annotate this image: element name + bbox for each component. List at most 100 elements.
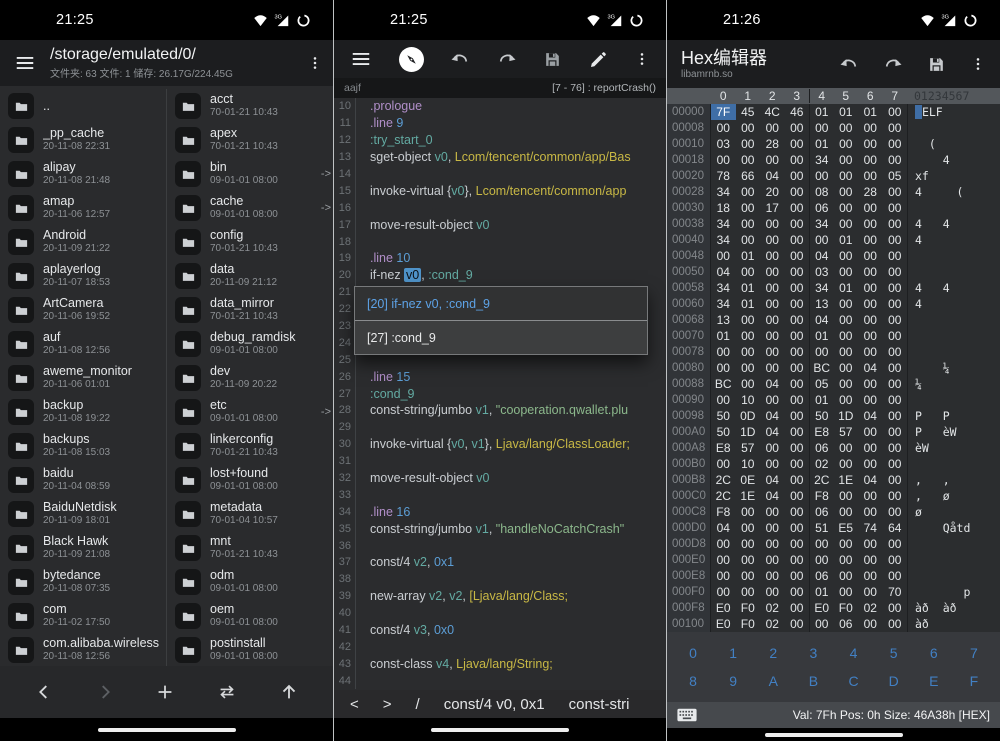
hex-byte[interactable]: 00 xyxy=(834,248,859,264)
hex-byte[interactable]: 00 xyxy=(883,600,908,616)
symbol-item[interactable]: < xyxy=(350,696,359,713)
file-list-item[interactable]: ArtCamera20-11-06 19:52 xyxy=(0,293,166,327)
code-line[interactable]: 36 xyxy=(334,537,666,554)
gesture-handle[interactable] xyxy=(765,733,903,737)
hex-byte[interactable]: 00 xyxy=(834,136,859,152)
hex-byte[interactable]: 00 xyxy=(809,616,834,632)
hex-byte[interactable]: 00 xyxy=(760,152,785,168)
redo-button[interactable] xyxy=(497,49,517,69)
hex-byte[interactable]: 01 xyxy=(711,328,736,344)
hex-byte[interactable]: 00 xyxy=(736,216,761,232)
hex-byte[interactable]: 00 xyxy=(834,568,859,584)
hex-byte[interactable]: 00 xyxy=(736,232,761,248)
hex-byte[interactable]: 01 xyxy=(736,248,761,264)
hex-byte[interactable]: 00 xyxy=(883,312,908,328)
hex-byte[interactable]: 28 xyxy=(760,136,785,152)
hex-byte[interactable]: 00 xyxy=(883,296,908,312)
hex-byte[interactable]: 00 xyxy=(785,504,810,520)
more-options-button[interactable] xyxy=(970,55,986,73)
hex-byte[interactable]: 01 xyxy=(858,104,883,120)
hex-byte[interactable]: 05 xyxy=(809,376,834,392)
hex-byte[interactable]: 17 xyxy=(760,200,785,216)
hex-byte[interactable]: 00 xyxy=(785,584,810,600)
hex-byte[interactable]: 00 xyxy=(711,344,736,360)
hex-byte[interactable]: 00 xyxy=(736,360,761,376)
hex-key-E[interactable]: E xyxy=(914,673,954,689)
hex-byte[interactable]: 00 xyxy=(785,200,810,216)
hex-byte[interactable]: 00 xyxy=(785,456,810,472)
symbol-item[interactable]: const-stri xyxy=(569,696,630,713)
file-list-item[interactable]: odm09-01-01 08:00 xyxy=(167,565,333,599)
hex-byte[interactable]: 00 xyxy=(834,200,859,216)
hex-byte[interactable]: 04 xyxy=(760,424,785,440)
hex-byte[interactable]: 01 xyxy=(736,280,761,296)
code-line[interactable]: 40 xyxy=(334,605,666,622)
hex-byte[interactable]: 01 xyxy=(834,232,859,248)
hex-byte[interactable]: 00 xyxy=(785,216,810,232)
file-list-item[interactable]: config70-01-21 10:43 xyxy=(167,225,333,259)
hex-byte[interactable]: 00 xyxy=(785,424,810,440)
hex-byte[interactable]: 04 xyxy=(760,472,785,488)
file-list-item[interactable]: metadata70-01-04 10:57 xyxy=(167,497,333,531)
hex-byte[interactable]: 00 xyxy=(785,552,810,568)
hex-byte[interactable]: 00 xyxy=(785,168,810,184)
transfer-button[interactable] xyxy=(215,681,239,703)
file-list-item[interactable]: amap20-11-06 12:57 xyxy=(0,191,166,225)
hex-byte[interactable]: 00 xyxy=(834,184,859,200)
file-list-item[interactable]: alipay20-11-08 21:48 xyxy=(0,157,166,191)
code-line[interactable]: 27:cond_9 xyxy=(334,385,666,402)
code-line[interactable]: 10.prologue xyxy=(334,98,666,115)
hex-byte[interactable]: 04 xyxy=(760,376,785,392)
hex-byte[interactable]: 1E xyxy=(834,472,859,488)
hex-byte[interactable]: 00 xyxy=(858,424,883,440)
hex-byte[interactable]: 00 xyxy=(883,344,908,360)
hex-key-3[interactable]: 3 xyxy=(793,645,833,661)
hex-byte[interactable]: 00 xyxy=(834,584,859,600)
hex-byte[interactable]: 00 xyxy=(760,312,785,328)
hex-byte[interactable]: 00 xyxy=(858,488,883,504)
hex-byte[interactable]: 00 xyxy=(736,552,761,568)
gesture-handle[interactable] xyxy=(431,728,569,732)
hex-byte[interactable]: 00 xyxy=(785,600,810,616)
file-list-item[interactable]: dev20-11-09 20:22 xyxy=(167,361,333,395)
file-list-item[interactable]: backups20-11-08 15:03 xyxy=(0,429,166,463)
hex-byte[interactable]: 02 xyxy=(858,600,883,616)
hex-byte[interactable]: 50 xyxy=(711,424,736,440)
hex-byte[interactable]: 00 xyxy=(883,568,908,584)
hex-byte[interactable]: 00 xyxy=(883,328,908,344)
hex-key-B[interactable]: B xyxy=(793,673,833,689)
hex-byte[interactable]: 00 xyxy=(883,456,908,472)
code-line[interactable]: 38 xyxy=(334,571,666,588)
hex-byte[interactable]: 00 xyxy=(760,520,785,536)
symbol-item[interactable]: > xyxy=(383,696,392,713)
hex-byte[interactable]: 00 xyxy=(785,488,810,504)
hex-byte[interactable]: 18 xyxy=(711,200,736,216)
hex-byte[interactable]: E0 xyxy=(809,600,834,616)
hex-byte[interactable]: 34 xyxy=(711,184,736,200)
hex-byte[interactable]: 50 xyxy=(711,408,736,424)
symbol-item[interactable]: / xyxy=(416,696,420,713)
hex-byte[interactable]: 00 xyxy=(834,312,859,328)
undo-button[interactable] xyxy=(839,54,859,74)
file-list-item[interactable]: apex70-01-21 10:43 xyxy=(167,123,333,157)
undo-button[interactable] xyxy=(450,49,470,69)
file-list-item[interactable]: data_mirror70-01-21 10:43 xyxy=(167,293,333,327)
file-list-item[interactable]: acct70-01-21 10:43 xyxy=(167,89,333,123)
hex-byte[interactable]: 00 xyxy=(858,136,883,152)
hex-byte[interactable]: 00 xyxy=(883,280,908,296)
hex-byte[interactable]: 00 xyxy=(760,280,785,296)
hex-byte[interactable]: 00 xyxy=(858,344,883,360)
hex-byte[interactable]: 04 xyxy=(858,472,883,488)
hex-byte[interactable]: 03 xyxy=(809,264,834,280)
hex-key-C[interactable]: C xyxy=(834,673,874,689)
hex-byte[interactable]: 70 xyxy=(883,584,908,600)
hex-byte[interactable]: 00 xyxy=(711,456,736,472)
hex-byte[interactable]: F0 xyxy=(834,600,859,616)
hex-byte[interactable]: 00 xyxy=(785,232,810,248)
code-editor-area[interactable]: 10.prologue11.line 912:try_start_013sget… xyxy=(334,98,666,690)
hex-byte[interactable]: 00 xyxy=(760,392,785,408)
parent-directory-button[interactable] xyxy=(278,681,300,703)
hex-byte[interactable]: 00 xyxy=(736,152,761,168)
hex-byte[interactable]: 00 xyxy=(760,536,785,552)
save-button[interactable] xyxy=(927,55,946,74)
